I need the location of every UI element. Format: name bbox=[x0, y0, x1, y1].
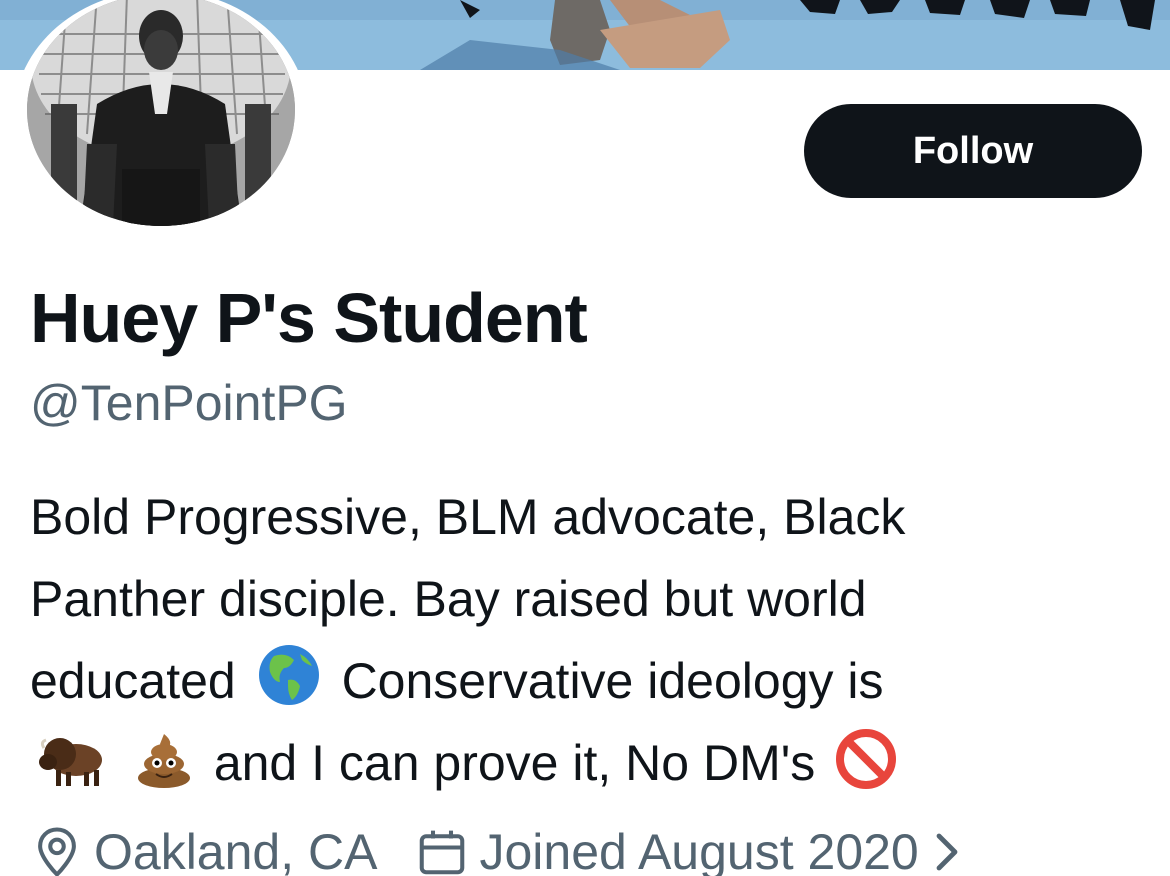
globe-americas-emoji bbox=[258, 645, 319, 705]
joined-item[interactable]: Joined August 2020 bbox=[415, 823, 972, 876]
location-pin-icon bbox=[38, 827, 76, 876]
bio-line-1: Bold Progressive, BLM advocate, Black bbox=[30, 489, 906, 545]
bio-text-prove: and I can prove it, No DM's bbox=[213, 735, 816, 791]
bison-emoji bbox=[39, 738, 102, 786]
pile-of-poo-emoji bbox=[137, 734, 190, 788]
calendar-icon bbox=[420, 830, 465, 875]
follow-button[interactable]: Follow bbox=[804, 104, 1142, 198]
profile-avatar[interactable] bbox=[14, 0, 308, 242]
location-text: Oakland, CA bbox=[94, 824, 378, 876]
bio-text-educated: educated bbox=[30, 653, 236, 709]
profile-page: Follow Huey P's Student @TenPointPG Bold… bbox=[0, 0, 1170, 876]
joined-text: Joined August 2020 bbox=[479, 824, 919, 876]
bio-line-4: and I can prove it, No DM's bbox=[30, 722, 1150, 804]
avatar-photo bbox=[27, 0, 295, 226]
bio-line-2: Panther disciple. Bay raised but world bbox=[30, 571, 867, 627]
chevron-right-icon[interactable] bbox=[933, 830, 963, 874]
location-item: Oakland, CA bbox=[30, 823, 377, 876]
bio-text-conservative: Conservative ideology is bbox=[341, 653, 884, 709]
profile-bio: Bold Progressive, BLM advocate, Black Pa… bbox=[30, 476, 1150, 804]
profile-meta: Oakland, CA Joined August 2020 bbox=[30, 812, 1011, 876]
prohibited-emoji bbox=[836, 729, 897, 789]
user-handle: @TenPointPG bbox=[30, 375, 348, 431]
bio-line-3: educated Conservative ideology is bbox=[30, 640, 1150, 722]
display-name: Huey P's Student bbox=[30, 279, 588, 357]
